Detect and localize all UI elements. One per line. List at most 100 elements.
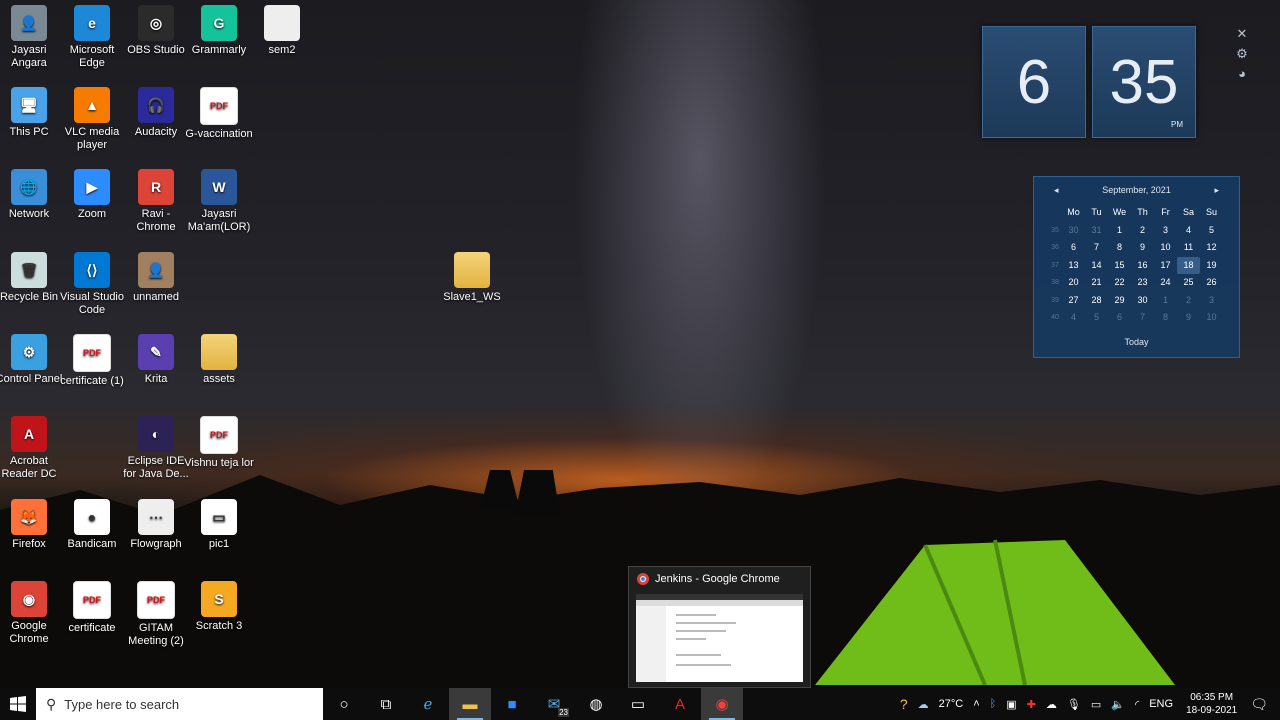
volume-icon[interactable]: 🔈: [1111, 698, 1125, 711]
next-month-icon[interactable]: ▸: [1214, 185, 1219, 196]
desktop-icon[interactable]: ◎ OBS Studio: [121, 5, 191, 57]
weather-icon[interactable]: ☁: [918, 698, 929, 711]
calendar-day[interactable]: 10: [1154, 239, 1177, 257]
calendar-day[interactable]: 5: [1200, 222, 1223, 240]
taskbar-acrobat[interactable]: A: [659, 688, 701, 720]
notification-icon[interactable]: 🗨: [1250, 696, 1268, 713]
onedrive-icon[interactable]: ☁: [1046, 698, 1057, 711]
calendar-day[interactable]: 3: [1154, 222, 1177, 240]
desktop-icon[interactable]: ◉ Google Chrome: [0, 581, 64, 646]
taskbar-edge[interactable]: ℯ: [407, 688, 449, 720]
battery-icon[interactable]: ▭: [1091, 698, 1101, 711]
calendar-day[interactable]: 26: [1200, 274, 1223, 292]
calendar-day[interactable]: 6: [1108, 309, 1131, 327]
help-icon[interactable]: ?: [900, 696, 908, 712]
calendar-day[interactable]: 11: [1177, 239, 1200, 257]
chevron-up-icon[interactable]: ˄: [973, 698, 979, 710]
calendar-day[interactable]: 16: [1131, 257, 1154, 275]
desktop-icon[interactable]: ⋯ Flowgraph: [121, 499, 191, 551]
calendar-day[interactable]: 5: [1085, 309, 1108, 327]
calendar-day[interactable]: 29: [1108, 292, 1131, 310]
palette-icon[interactable]: ◕: [1235, 67, 1249, 81]
taskbar-clock[interactable]: 06:35 PM 18-09-2021: [1186, 691, 1237, 717]
desktop-icon[interactable]: assets: [184, 334, 254, 386]
desktop-icon[interactable]: PDF certificate (1): [57, 334, 127, 388]
task-view-button[interactable]: ⧉: [365, 688, 407, 720]
start-button[interactable]: [0, 688, 36, 720]
calendar-day[interactable]: 7: [1085, 239, 1108, 257]
app-tray-icon[interactable]: ✚: [1027, 698, 1036, 711]
taskbar-terminal[interactable]: ▭: [617, 688, 659, 720]
desktop-icon[interactable]: 🦊 Firefox: [0, 499, 64, 551]
bluetooth-icon[interactable]: ᛒ: [990, 698, 997, 710]
calendar-day[interactable]: 14: [1085, 257, 1108, 275]
desktop-icon[interactable]: A Acrobat Reader DC: [0, 416, 64, 481]
calendar-day[interactable]: 1: [1154, 292, 1177, 310]
language-indicator[interactable]: ENG: [1149, 698, 1173, 710]
calendar-day[interactable]: 23: [1131, 274, 1154, 292]
desktop-icon[interactable]: sem2: [247, 5, 317, 57]
calendar-day[interactable]: 4: [1177, 222, 1200, 240]
calendar-day[interactable]: 1: [1108, 222, 1131, 240]
taskbar-file-explorer[interactable]: ▬: [449, 688, 491, 720]
desktop-icon[interactable]: S Scratch 3: [184, 581, 254, 633]
desktop-icon[interactable]: 👤 Jayasri Angara: [0, 5, 64, 70]
calendar-day[interactable]: 13: [1062, 257, 1085, 275]
desktop-icon[interactable]: ✎ Krita: [121, 334, 191, 386]
desktop-icon[interactable]: PDF G-vaccination: [184, 87, 254, 141]
calendar-day[interactable]: 8: [1108, 239, 1131, 257]
calendar-day[interactable]: 7: [1131, 309, 1154, 327]
wifi-icon[interactable]: ◜: [1135, 698, 1139, 711]
calendar-day[interactable]: 20: [1062, 274, 1085, 292]
taskbar-mail[interactable]: ✉ 23: [533, 688, 575, 720]
meet-now-icon[interactable]: ▣: [1006, 698, 1016, 711]
calendar-day[interactable]: 17: [1154, 257, 1177, 275]
desktop-icon[interactable]: W Jayasri Ma'am(LOR): [184, 169, 254, 234]
taskbar-github[interactable]: ◍: [575, 688, 617, 720]
calendar-day[interactable]: 19: [1200, 257, 1223, 275]
calendar-day[interactable]: 28: [1085, 292, 1108, 310]
calendar-day[interactable]: 31: [1085, 222, 1108, 240]
taskbar-zoom[interactable]: ■: [491, 688, 533, 720]
calendar-day[interactable]: 30: [1131, 292, 1154, 310]
microphone-icon[interactable]: 🎙: [1067, 698, 1081, 711]
gear-icon[interactable]: ⚙: [1235, 47, 1249, 61]
today-button[interactable]: Today: [1034, 337, 1239, 347]
calendar-day[interactable]: 8: [1154, 309, 1177, 327]
desktop-icon[interactable]: ▲ VLC media player: [57, 87, 127, 152]
desktop-icon[interactable]: e Microsoft Edge: [57, 5, 127, 70]
desktop-icon[interactable]: PDF certificate: [57, 581, 127, 635]
desktop-icon[interactable]: ● Bandicam: [57, 499, 127, 551]
desktop-icon[interactable]: ▶ Zoom: [57, 169, 127, 221]
desktop-icon[interactable]: 🎧 Audacity: [121, 87, 191, 139]
desktop-icon[interactable]: G Grammarly: [184, 5, 254, 57]
calendar-day[interactable]: 2: [1177, 292, 1200, 310]
prev-month-icon[interactable]: ◂: [1054, 185, 1059, 196]
calendar-day[interactable]: 4: [1062, 309, 1085, 327]
close-icon[interactable]: ✕: [1235, 27, 1249, 41]
calendar-day[interactable]: 9: [1131, 239, 1154, 257]
desktop-icon[interactable]: 👤 unnamed: [121, 252, 191, 304]
desktop-icon[interactable]: ◐ Eclipse IDE for Java De...: [121, 416, 191, 481]
calendar-day[interactable]: 12: [1200, 239, 1223, 257]
calendar-day[interactable]: 15: [1108, 257, 1131, 275]
taskbar-chrome[interactable]: ◉: [701, 688, 743, 720]
desktop-icon[interactable]: R Ravi - Chrome: [121, 169, 191, 234]
desktop-icon[interactable]: 🌐 Network: [0, 169, 64, 221]
desktop-icon[interactable]: 🗑 Recycle Bin: [0, 252, 64, 304]
calendar-day[interactable]: 10: [1200, 309, 1223, 327]
desktop-icon[interactable]: PDF Vishnu teja lor: [184, 416, 254, 470]
calendar-day[interactable]: 9: [1177, 309, 1200, 327]
desktop-icon[interactable]: ▭ pic1: [184, 499, 254, 551]
desktop-icon[interactable]: ⟨⟩ Visual Studio Code: [57, 252, 127, 317]
weather-temp[interactable]: 27°C: [939, 698, 964, 710]
desktop-icon[interactable]: ⚙ Control Panel: [0, 334, 64, 386]
desktop-icon[interactable]: 🖥 This PC: [0, 87, 64, 139]
search-box[interactable]: ⚲ Type here to search: [36, 688, 323, 720]
desktop-icon[interactable]: Slave1_WS: [437, 252, 507, 304]
calendar-day[interactable]: 25: [1177, 274, 1200, 292]
calendar-day[interactable]: 3: [1200, 292, 1223, 310]
calendar-day[interactable]: 27: [1062, 292, 1085, 310]
calendar-day[interactable]: 24: [1154, 274, 1177, 292]
desktop-icon[interactable]: PDF GITAM Meeting (2): [121, 581, 191, 648]
